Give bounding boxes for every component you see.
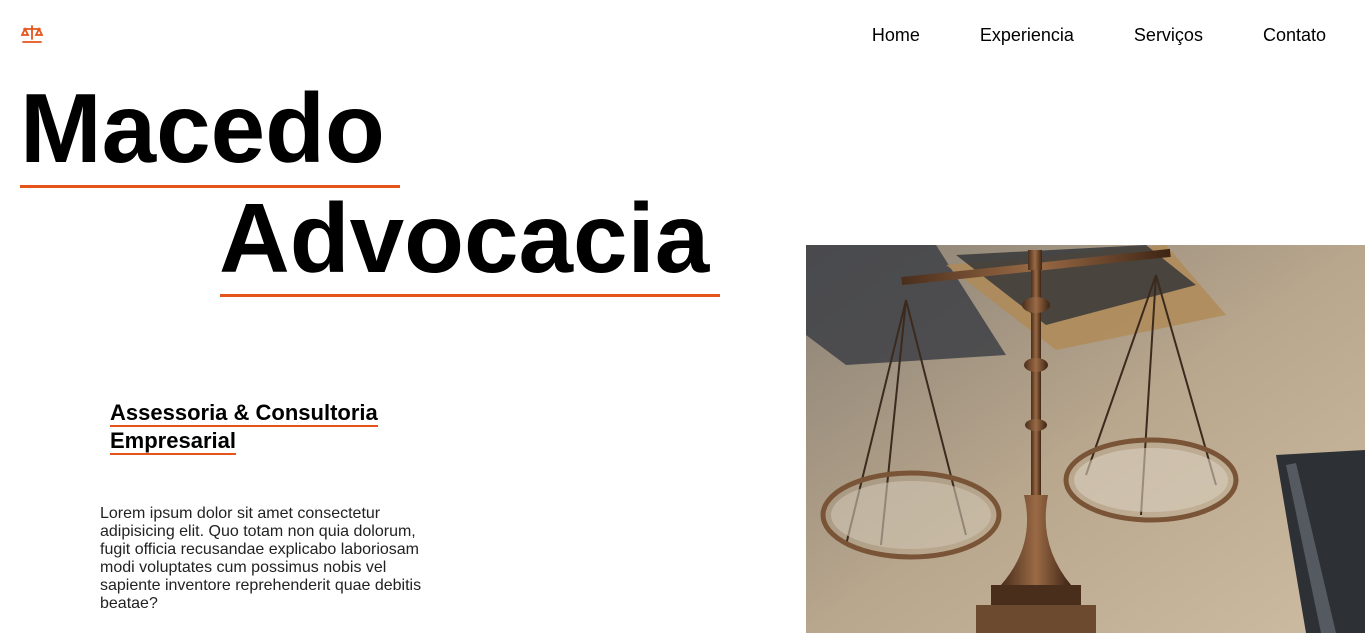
scales-of-justice-icon[interactable] (20, 24, 44, 44)
hero-description: Lorem ipsum dolor sit amet consectetur a… (100, 505, 422, 612)
nav-experiencia[interactable]: Experiencia (980, 24, 1074, 46)
hero-title-line1: Macedo (20, 73, 385, 183)
hero-title-line2: Advocacia (219, 183, 710, 293)
main-nav: Home Experiencia Serviços Contato (812, 24, 1326, 46)
scales-of-justice-photo (806, 245, 1365, 633)
hero-subtitle: Assessoria & Consultoria Empresarial (110, 399, 430, 455)
nav-contato[interactable]: Contato (1263, 24, 1326, 46)
hero-image (806, 245, 1365, 633)
nav-home[interactable]: Home (872, 24, 920, 46)
title-underline-2 (220, 294, 720, 297)
hero-subtitle-text: Assessoria & Consultoria Empresarial (110, 400, 378, 455)
nav-servicos[interactable]: Serviços (1134, 24, 1203, 46)
page: Home Experiencia Serviços Contato Macedo… (0, 0, 1365, 633)
